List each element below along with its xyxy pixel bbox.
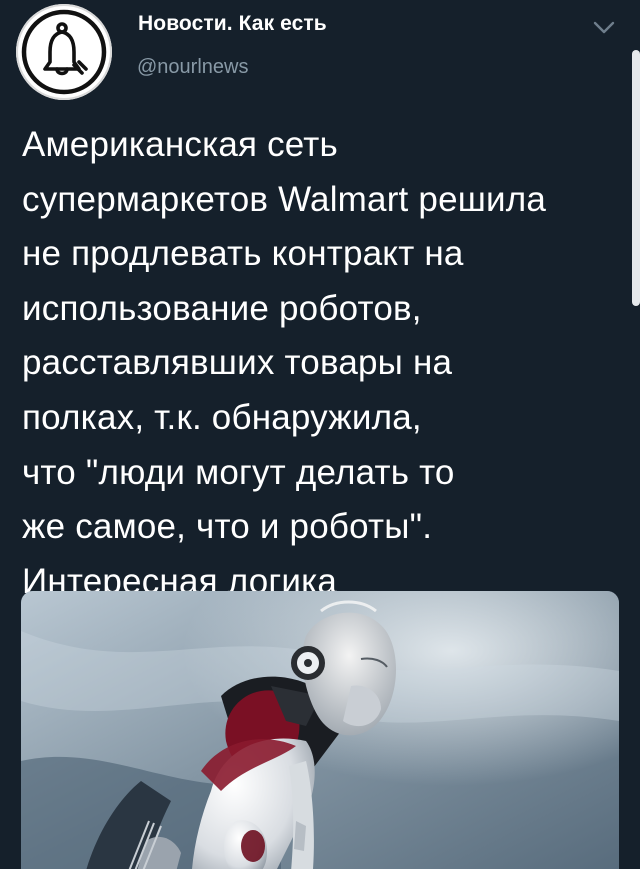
author-handle[interactable]: @nourlnews <box>137 56 248 79</box>
author-avatar[interactable] <box>16 4 112 100</box>
bell-logo-icon <box>21 9 107 95</box>
chevron-down-icon[interactable] <box>591 18 617 38</box>
tweet-page: Новости. Как есть @nourlnews Американска… <box>0 0 640 869</box>
robot-image <box>21 591 619 869</box>
author-name[interactable]: Новости. Как есть <box>138 12 327 36</box>
tweet-media-photo[interactable] <box>21 591 619 869</box>
tweet-text: Американская сеть супермаркетов Walmart … <box>22 125 547 601</box>
scrollbar[interactable] <box>632 50 640 306</box>
